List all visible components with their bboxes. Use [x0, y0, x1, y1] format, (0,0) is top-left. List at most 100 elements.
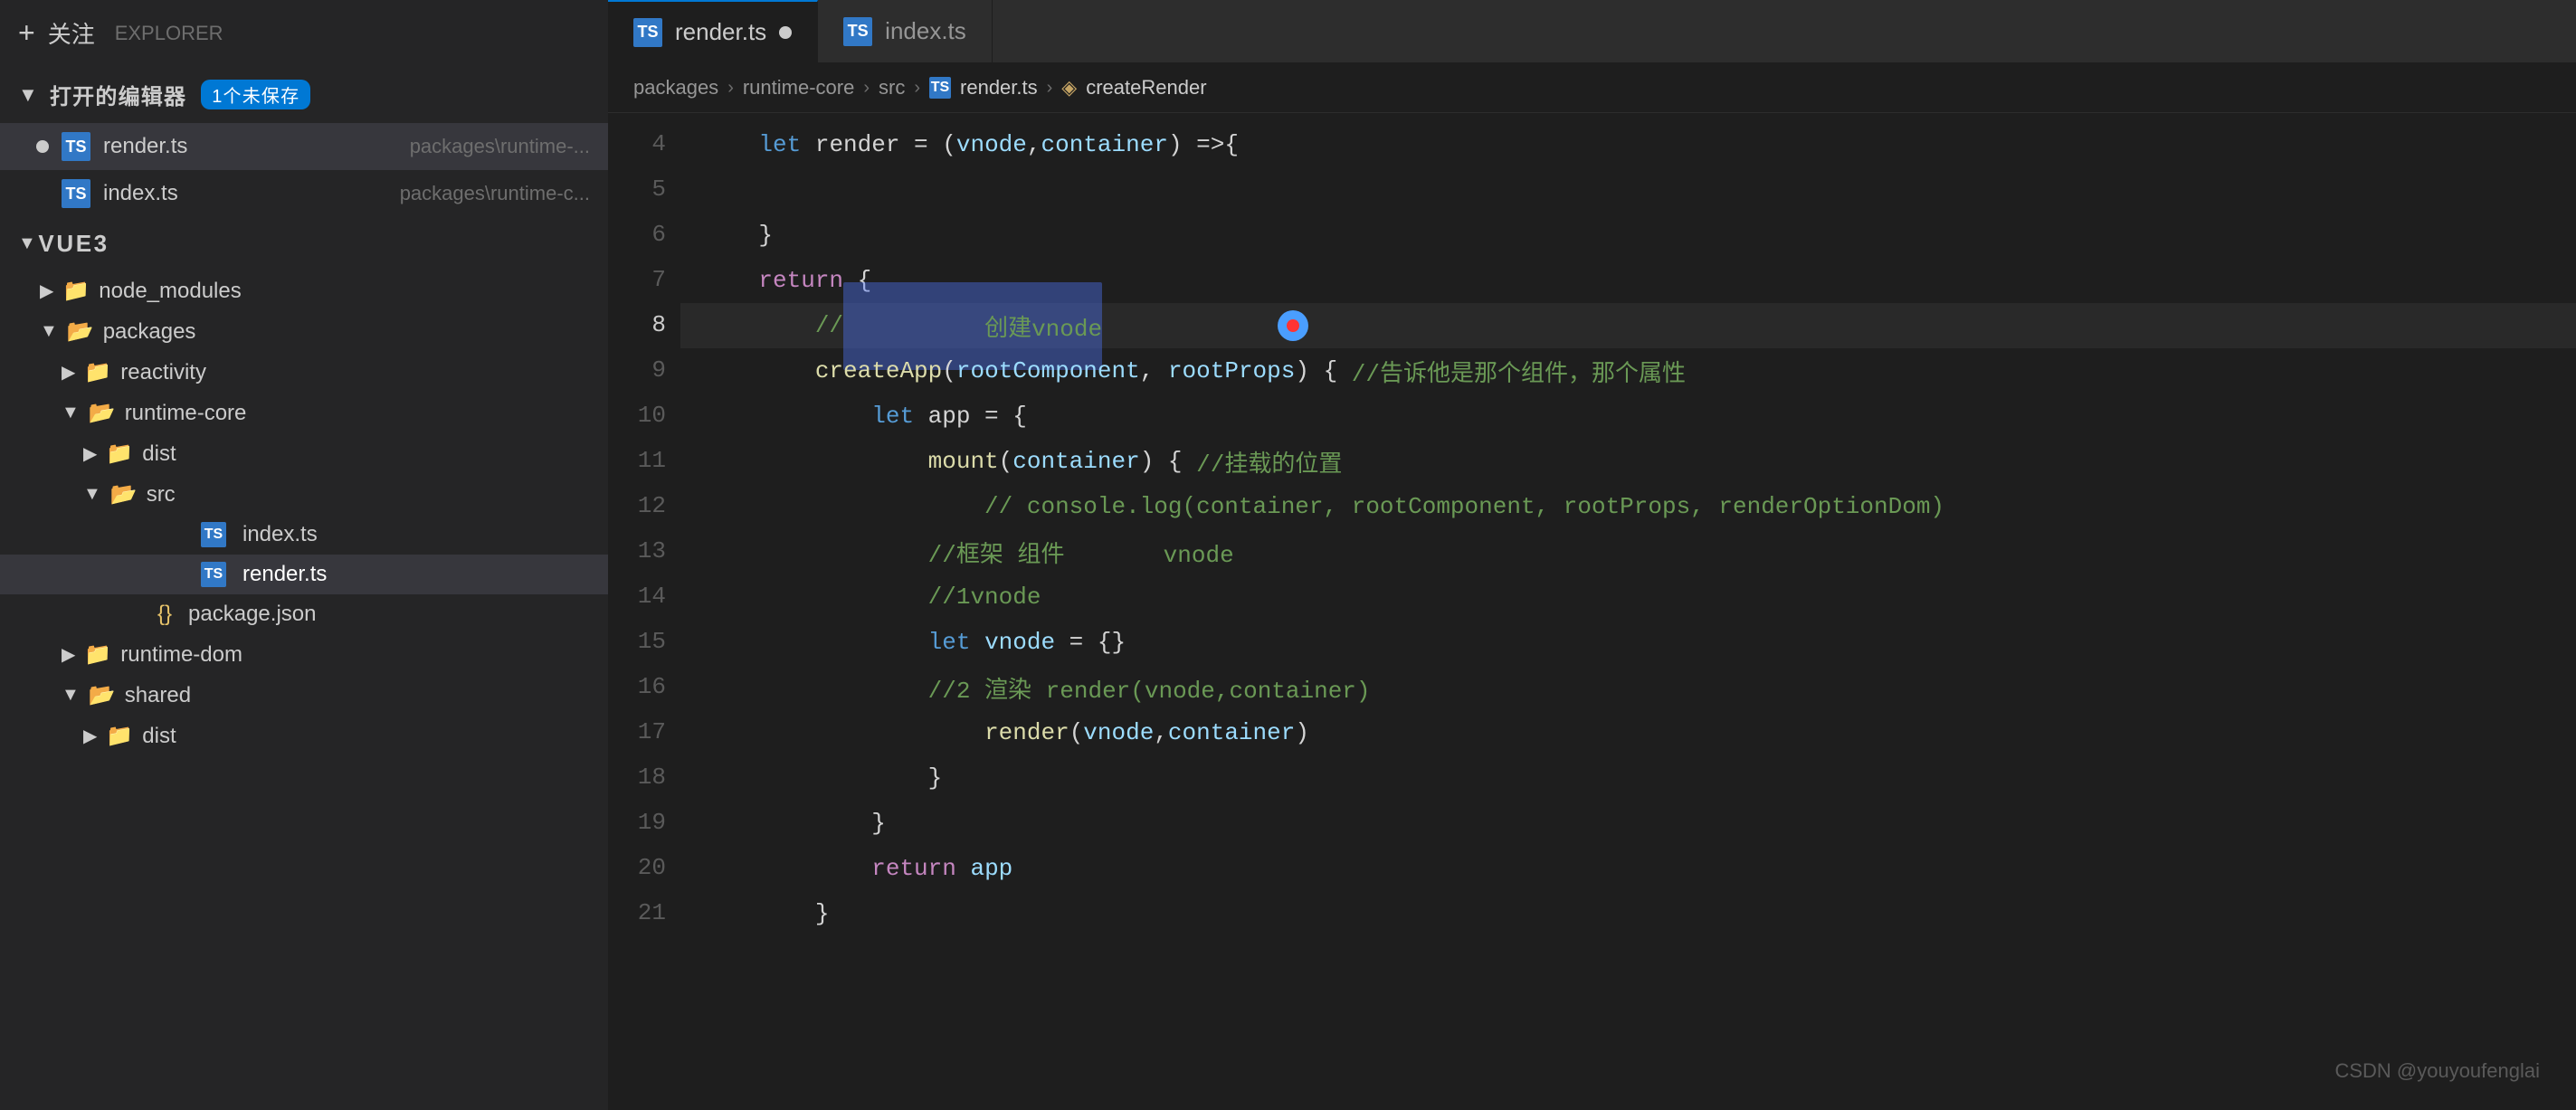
code-line-8: // 创建vnode: [680, 303, 2576, 348]
sidebar-item-index-ts[interactable]: TS index.ts: [0, 515, 608, 555]
code-token: app = {: [914, 403, 1027, 430]
code-token: createApp: [815, 357, 942, 384]
code-editor[interactable]: 4 5 6 7 8 9 10 11 12 13 14 15 16 17 18 1…: [608, 113, 2576, 1110]
code-token: //: [702, 312, 843, 339]
code-line-18: }: [680, 755, 2576, 801]
code-line-13: //框架 组件 vnode: [680, 529, 2576, 574]
code-token: ): [1295, 719, 1309, 746]
dist-shared-folder-icon: 📁: [106, 723, 133, 749]
open-editors-chevron-icon: ▼: [18, 83, 39, 107]
breadcrumb-packages[interactable]: packages: [633, 76, 718, 100]
node-modules-folder-icon: 📁: [62, 278, 90, 304]
code-token: //挂载的位置: [1196, 445, 1342, 479]
code-token: let: [758, 131, 801, 158]
breadcrumb-sep4: ›: [1047, 78, 1053, 99]
tab-render-ts-icon: TS: [633, 18, 662, 47]
sidebar-item-node-modules[interactable]: ▶ 📁 node_modules: [0, 270, 608, 311]
code-token: container: [1041, 131, 1168, 158]
code-line-11: mount ( container ) { //挂载的位置: [680, 439, 2576, 484]
sidebar-item-package-json[interactable]: {} package.json: [0, 594, 608, 634]
unsaved-badge: 1个未保存: [201, 80, 310, 109]
line-num-6: 6: [623, 213, 666, 258]
code-token: }: [702, 810, 886, 837]
open-file-render-ts[interactable]: TS render.ts packages\runtime-...: [0, 123, 608, 170]
open-filepath-render: packages\runtime-...: [410, 135, 590, 158]
breadcrumb-runtime-core[interactable]: runtime-core: [743, 76, 854, 100]
open-editors-section: ▼ 打开的编辑器 1个未保存 TS render.ts packages\run…: [0, 66, 608, 217]
runtime-core-folder-icon: 📂: [89, 400, 116, 426]
render-ts-label: render.ts: [242, 562, 327, 587]
code-line-16: //2 渲染 render(vnode,container): [680, 665, 2576, 710]
tab-index-ts[interactable]: TS index.ts: [818, 0, 993, 62]
code-token: }: [702, 222, 773, 249]
breadcrumb-sep3: ›: [914, 78, 920, 99]
code-token: vnode: [984, 629, 1055, 656]
code-token: [702, 629, 928, 656]
tab-render-ts[interactable]: TS render.ts: [608, 0, 818, 62]
open-filepath-index: packages\runtime-c...: [400, 182, 590, 205]
modified-dot: [36, 140, 49, 153]
sidebar-item-reactivity[interactable]: ▶ 📁 reactivity: [0, 352, 608, 393]
code-line-17: render ( vnode , container ): [680, 710, 2576, 755]
breadcrumb-sep2: ›: [863, 78, 870, 99]
sidebar-item-runtime-core[interactable]: ▼ 📂 runtime-core: [0, 393, 608, 433]
breadcrumb-ts-icon: TS: [929, 77, 951, 99]
reactivity-label: reactivity: [120, 360, 206, 385]
sidebar: + 关注 EXPLORER ▼ 打开的编辑器 1个未保存 TS render.t…: [0, 0, 608, 1110]
packages-chevron-icon: ▼: [40, 321, 58, 342]
explorer-tree: ▼ VUE3 ▶ 📁 node_modules ▼ 📂 packages ▶ 📁…: [0, 217, 608, 1110]
code-token: //1vnode: [702, 583, 1041, 611]
line-num-19: 19: [623, 801, 666, 846]
unmodified-dot: [36, 187, 49, 200]
ts-file-icon: TS: [62, 132, 90, 161]
code-token: rootProps: [1168, 357, 1295, 384]
open-editors-header[interactable]: ▼ 打开的编辑器 1个未保存: [0, 66, 608, 123]
sidebar-item-render-ts[interactable]: TS render.ts: [0, 555, 608, 594]
tab-render-ts-label: render.ts: [675, 18, 766, 46]
code-line-12: // console.log(container, rootComponent,…: [680, 484, 2576, 529]
sidebar-item-shared[interactable]: ▼ 📂 shared: [0, 675, 608, 716]
sidebar-item-packages[interactable]: ▼ 📂 packages: [0, 311, 608, 352]
add-icon[interactable]: +: [18, 16, 35, 50]
breadcrumb-src[interactable]: src: [879, 76, 905, 100]
shared-folder-icon: 📂: [89, 682, 116, 708]
code-token: ,: [1140, 357, 1168, 384]
code-line-10: let app = {: [680, 394, 2576, 439]
sidebar-item-runtime-dom[interactable]: ▶ 📁 runtime-dom: [0, 634, 608, 675]
open-file-index-ts[interactable]: TS index.ts packages\runtime-c...: [0, 170, 608, 217]
ts-file-icon-index: TS: [62, 179, 90, 208]
code-line-4: let render = ( vnode , container ) =>{: [680, 122, 2576, 167]
breadcrumb-createrender[interactable]: createRender: [1086, 76, 1206, 100]
line-num-8: 8: [623, 303, 666, 348]
code-line-20: return app: [680, 846, 2576, 891]
sidebar-item-src[interactable]: ▼ 📂 src: [0, 474, 608, 515]
code-line-9: createApp ( rootComponent , rootProps ) …: [680, 348, 2576, 394]
code-token: 创建vnode: [984, 316, 1102, 343]
runtime-dom-folder-icon: 📁: [84, 641, 111, 668]
code-token: }: [702, 900, 829, 927]
dist-shared-chevron-icon: ▶: [83, 725, 97, 747]
breadcrumb-render-ts[interactable]: render.ts: [960, 76, 1038, 100]
code-token: ,: [1027, 131, 1041, 158]
node-modules-chevron-icon: ▶: [40, 280, 53, 302]
line-num-4: 4: [623, 122, 666, 167]
code-token: (: [1069, 719, 1084, 746]
tab-index-ts-icon: TS: [843, 17, 872, 46]
runtime-core-chevron-icon: ▼: [62, 403, 80, 423]
line-num-15: 15: [623, 620, 666, 665]
code-token: [702, 131, 758, 158]
code-token: return: [871, 855, 956, 882]
code-token: ) {: [1295, 357, 1351, 384]
cursor-inner-dot: [1287, 319, 1299, 332]
shared-chevron-icon: ▼: [62, 685, 80, 706]
vue3-section-header[interactable]: ▼ VUE3: [0, 217, 608, 270]
sidebar-item-dist-core[interactable]: ▶ 📁 dist: [0, 433, 608, 474]
sidebar-item-dist-shared[interactable]: ▶ 📁 dist: [0, 716, 608, 756]
code-token: //2 渲染 render(vnode,container): [702, 671, 1371, 705]
tab-bar: TS render.ts TS index.ts: [608, 0, 2576, 63]
line-num-7: 7: [623, 258, 666, 303]
code-content[interactable]: let render = ( vnode , container ) =>{ }…: [680, 113, 2576, 1110]
line-num-17: 17: [623, 710, 666, 755]
tab-index-ts-label: index.ts: [885, 17, 966, 45]
code-token: return: [758, 267, 843, 294]
